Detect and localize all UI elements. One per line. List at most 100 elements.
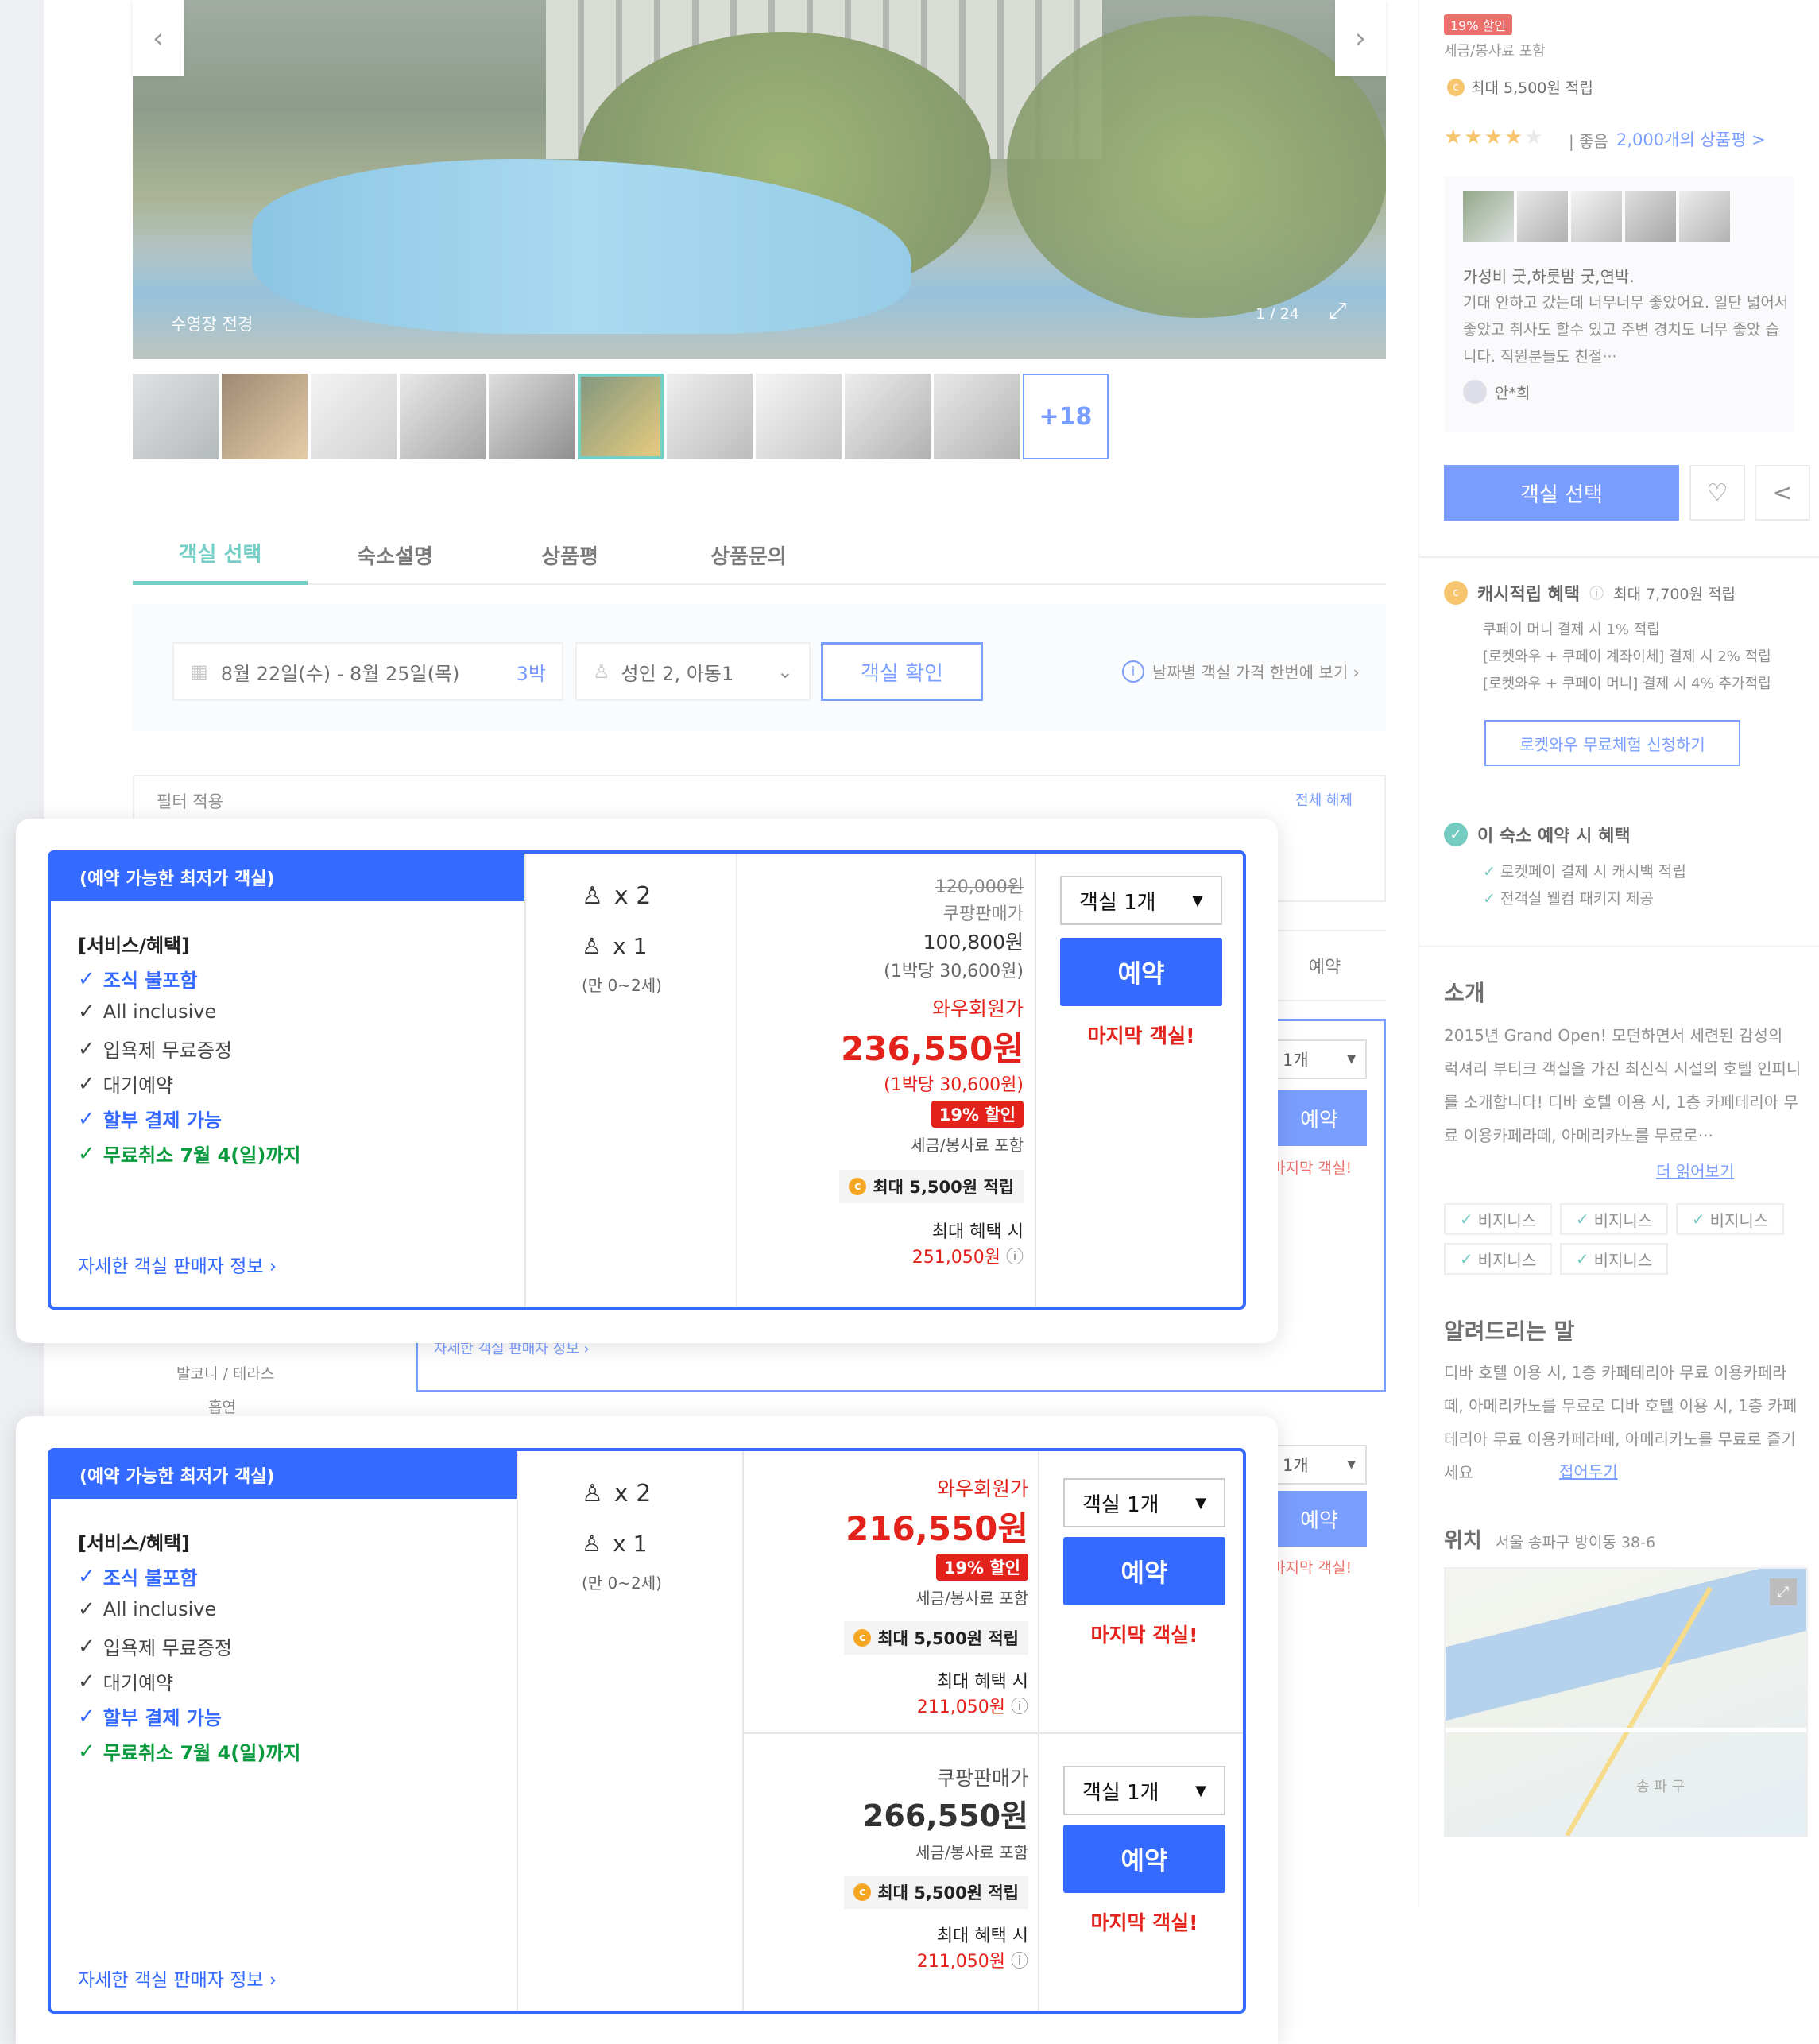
- service-label: 무료취소 7월 4(일)까지: [103, 1144, 301, 1167]
- person-icon: ♙: [582, 882, 603, 910]
- cash-benefit-header: c 캐시적립 혜택 ⓘ 최대 7,700원 적립: [1444, 580, 1736, 606]
- review-photo[interactable]: [1517, 191, 1568, 242]
- service-label: 조식 불포함: [103, 1567, 198, 1589]
- thumbnail[interactable]: [489, 374, 575, 459]
- map-district-label: 송 파 구: [1636, 1779, 1685, 1795]
- thumbnail[interactable]: [400, 374, 486, 459]
- room-qty-select[interactable]: 객실 1개 ▼: [1063, 1478, 1225, 1527]
- fold-link[interactable]: 접어두기: [1559, 1459, 1618, 1482]
- tab-inquiries[interactable]: 상품문의: [657, 525, 840, 585]
- search-panel: ▦ 8월 22일(수) - 8월 25일(목) 3박 ♙ 성인 2, 아동1 ⌄…: [133, 604, 1386, 731]
- check-icon: ✓: [78, 1669, 95, 1694]
- hero-photo[interactable]: 수영장 전경 1 / 24 ⤢: [133, 0, 1386, 359]
- tag-label: 비지니스: [1593, 1250, 1653, 1270]
- info-icon[interactable]: ⓘ: [1589, 583, 1604, 603]
- date-picker[interactable]: ▦ 8월 22일(수) - 8월 25일(목) 3박: [172, 642, 563, 701]
- star-rating: ★★★★★: [1444, 126, 1545, 149]
- prev-photo-arrow-icon[interactable]: ‹: [133, 0, 184, 76]
- service-label: 조식 불포함: [103, 970, 198, 992]
- stay-benefit-header: ✓ 이 숙소 예약 시 혜택: [1444, 822, 1631, 847]
- check-room-button[interactable]: 객실 확인: [821, 642, 983, 701]
- rocket-trial-button[interactable]: 로켓와우 무료체험 신청하기: [1484, 720, 1740, 766]
- back-reserve-button[interactable]: 예약: [1271, 1090, 1367, 1146]
- service-label: All inclusive: [103, 1001, 217, 1023]
- map-river: [1446, 1569, 1806, 1725]
- thumbnail[interactable]: [667, 374, 753, 459]
- review-photo[interactable]: [1463, 191, 1514, 242]
- thumbnail[interactable]: [934, 374, 1020, 459]
- rating-text: | 좋음: [1569, 132, 1608, 151]
- reserve-button[interactable]: 예약: [1063, 1825, 1225, 1893]
- review-preview[interactable]: 가성비 굿,하룻밤 굿,연박. 기대 안하고 갔는데 너무너무 좋았어요. 일단…: [1444, 176, 1794, 432]
- max-benefit-label: 최대 혜택 시: [931, 1222, 1024, 1242]
- caret-down-icon: ▼: [1192, 892, 1203, 909]
- person-icon: ♙: [582, 933, 602, 959]
- review-photo[interactable]: [1679, 191, 1730, 242]
- review-count-link[interactable]: 2,000개의 상품평 >: [1616, 127, 1766, 151]
- cash-line: [로켓와우 + 쿠페이 계좌이체] 결제 시 2% 적립: [1483, 648, 1771, 665]
- tax-note: 세금/봉사료 포함: [911, 1136, 1024, 1155]
- child-age: (만 0~2세): [582, 976, 662, 995]
- tab-reviews[interactable]: 상품평: [482, 525, 657, 585]
- thumbnail[interactable]: [845, 374, 931, 459]
- child-count: x 1: [613, 1531, 648, 1557]
- divider: [1038, 1451, 1039, 2011]
- room-qty-select[interactable]: 객실 1개 ▼: [1063, 1766, 1225, 1815]
- service-item: ✓ 입욕제 무료증정: [78, 1632, 232, 1660]
- thumbnail[interactable]: [133, 374, 219, 459]
- guest-selector[interactable]: ♙ 성인 2, 아동1 ⌄: [575, 642, 811, 701]
- lowest-price-ribbon: (예약 가능한 최저가 객실): [51, 854, 524, 901]
- wow-label: 와우회원가: [936, 1477, 1028, 1500]
- heart-icon[interactable]: ♡: [1689, 465, 1745, 521]
- room-qty-select[interactable]: 객실 1개 ▼: [1060, 876, 1222, 925]
- tab-description[interactable]: 숙소설명: [308, 525, 482, 585]
- points-chip: c 최대 5,500원 적립: [844, 1876, 1028, 1909]
- info-icon[interactable]: ⓘ: [1011, 1952, 1028, 1972]
- caret-down-icon: ▼: [1347, 1053, 1356, 1066]
- adult-occupancy: ♙ x 2: [582, 882, 651, 910]
- info-icon[interactable]: ⓘ: [1011, 1698, 1028, 1717]
- sidebar-discount-badge: 19% 할인: [1444, 14, 1513, 35]
- thumbnail-selected[interactable]: [578, 374, 664, 459]
- next-photo-arrow-icon[interactable]: ›: [1335, 0, 1386, 76]
- review-photo[interactable]: [1625, 191, 1676, 242]
- thumbnail[interactable]: [222, 374, 308, 459]
- wow-label: 와우회원가: [931, 997, 1024, 1020]
- seller-info-link[interactable]: 자세한 객실 판매자 정보 ›: [78, 1965, 277, 1992]
- expand-icon[interactable]: ⤢: [1329, 297, 1346, 324]
- hero-caption: 수영장 전경: [171, 315, 253, 334]
- adult-count: x 2: [613, 882, 652, 910]
- guest-count: 성인 2, 아동1: [621, 662, 734, 685]
- reviewer-name: 안*희: [1495, 384, 1531, 402]
- map-expand-icon[interactable]: ⤢: [1770, 1578, 1797, 1605]
- more-photos-button[interactable]: +18: [1023, 374, 1109, 459]
- back-qty-select[interactable]: 1개 ▼: [1271, 1445, 1367, 1485]
- clear-filter-link[interactable]: 전체 해제: [1295, 789, 1353, 810]
- tab-room-select[interactable]: 객실 선택: [133, 525, 308, 585]
- service-item: ✓ All inclusive: [78, 1000, 216, 1024]
- location-map[interactable]: 송 파 구 ⤢: [1444, 1567, 1808, 1837]
- divider: [524, 854, 526, 1307]
- thumbnail[interactable]: [311, 374, 397, 459]
- select-room-button[interactable]: 객실 선택: [1444, 465, 1679, 521]
- review-photo[interactable]: [1571, 191, 1622, 242]
- back-reserve-button[interactable]: 예약: [1271, 1491, 1367, 1547]
- max-benefit-label: 최대 혜택 시: [936, 1672, 1028, 1692]
- share-icon[interactable]: <: [1755, 465, 1810, 521]
- seller-info-link[interactable]: 자세한 객실 판매자 정보 ›: [78, 1251, 277, 1278]
- max-benefit-price: 251,050원 ⓘ: [736, 1243, 1024, 1268]
- reserve-button[interactable]: 예약: [1063, 1537, 1225, 1605]
- check-icon: ✓: [78, 1597, 95, 1621]
- last-room-notice: 마지막 객실!: [1087, 1024, 1195, 1047]
- back-qty-select[interactable]: 1개 ▼: [1271, 1039, 1367, 1079]
- daily-price-link[interactable]: i 날짜별 객실 가격 한번에 보기 ›: [1122, 660, 1360, 683]
- service-item: ✓ 무료취소 7월 4(일)까지: [78, 1140, 300, 1167]
- info-icon[interactable]: ⓘ: [1006, 1248, 1024, 1268]
- tag-chip: ✓ 비지니스: [1444, 1243, 1552, 1275]
- thumbnail[interactable]: [756, 374, 842, 459]
- reserve-button[interactable]: 예약: [1060, 938, 1222, 1006]
- service-item: ✓ 조식 불포함: [78, 965, 198, 993]
- read-more-link[interactable]: 더 읽어보기: [1656, 1159, 1734, 1182]
- coin-icon: c: [849, 1178, 867, 1195]
- service-label: 대기예약: [103, 1672, 174, 1694]
